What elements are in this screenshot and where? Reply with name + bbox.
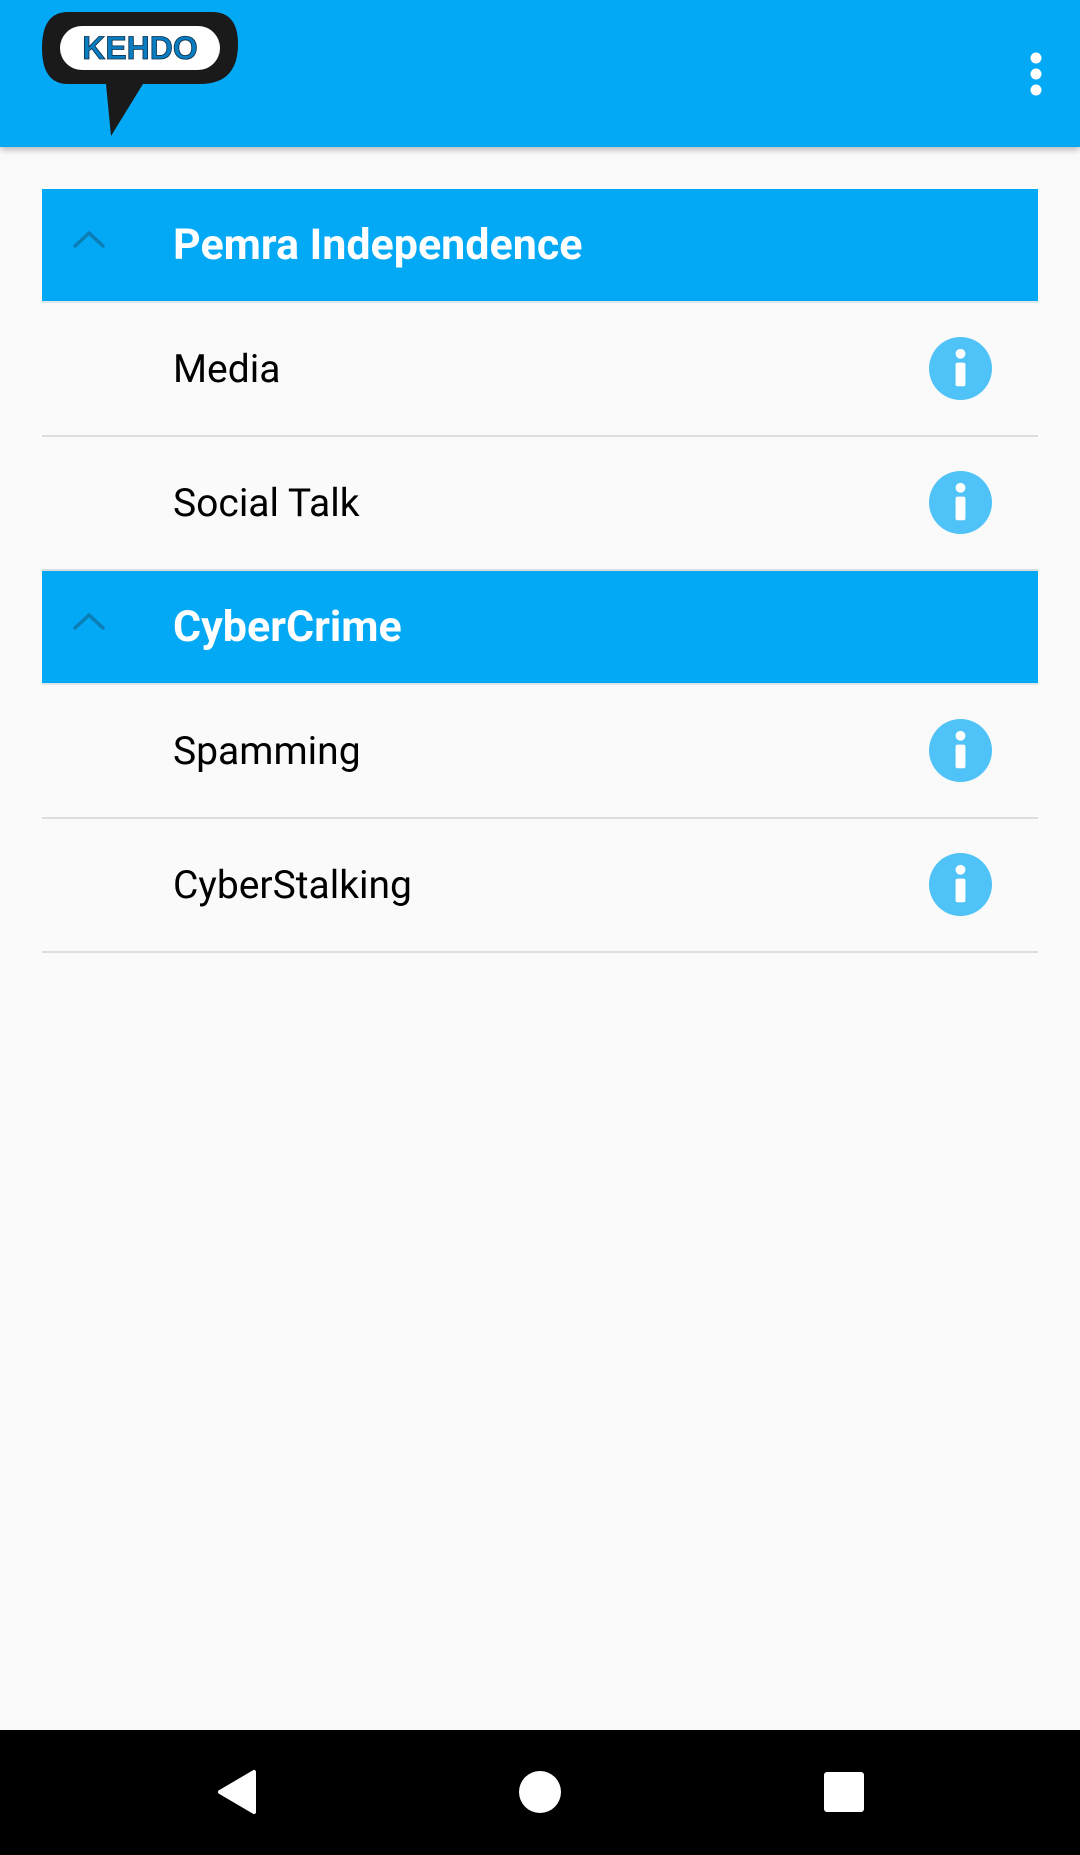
home-button[interactable] [510,1762,570,1822]
chevron-up-icon[interactable] [72,229,106,249]
list-item-social-talk[interactable]: Social Talk [42,437,1038,571]
list-item-media[interactable]: Media [42,303,1038,437]
app-bar: KEHDO [0,0,1080,147]
more-vert-icon [1030,52,1042,96]
list-item-label: Social Talk [173,479,360,526]
recents-button[interactable] [814,1762,874,1822]
list-item-label: CyberStalking [173,861,412,908]
info-icon[interactable] [929,337,992,400]
group-header-pemra-independence[interactable]: Pemra Independence [42,189,1038,303]
info-icon[interactable] [929,719,992,782]
logo-text: KEHDO [82,30,198,66]
kehdo-logo: KEHDO [40,8,240,138]
overflow-menu-button[interactable] [992,36,1080,112]
home-icon [519,1771,561,1813]
list-item-cyberstalking[interactable]: CyberStalking [42,819,1038,953]
group-title: CyberCrime [173,601,402,652]
system-navigation-bar [0,1730,1080,1855]
back-button[interactable] [206,1762,266,1822]
group-title: Pemra Independence [173,219,583,270]
chevron-up-icon[interactable] [72,611,106,631]
back-icon [218,1770,256,1814]
info-icon[interactable] [929,471,992,534]
expandable-list: Pemra Independence Media Social Talk Cyb… [42,189,1038,953]
list-item-label: Spamming [173,727,361,774]
group-header-cybercrime[interactable]: CyberCrime [42,571,1038,685]
list-item-spamming[interactable]: Spamming [42,685,1038,819]
list-item-label: Media [173,345,281,392]
info-icon[interactable] [929,853,992,916]
recents-icon [824,1772,864,1812]
